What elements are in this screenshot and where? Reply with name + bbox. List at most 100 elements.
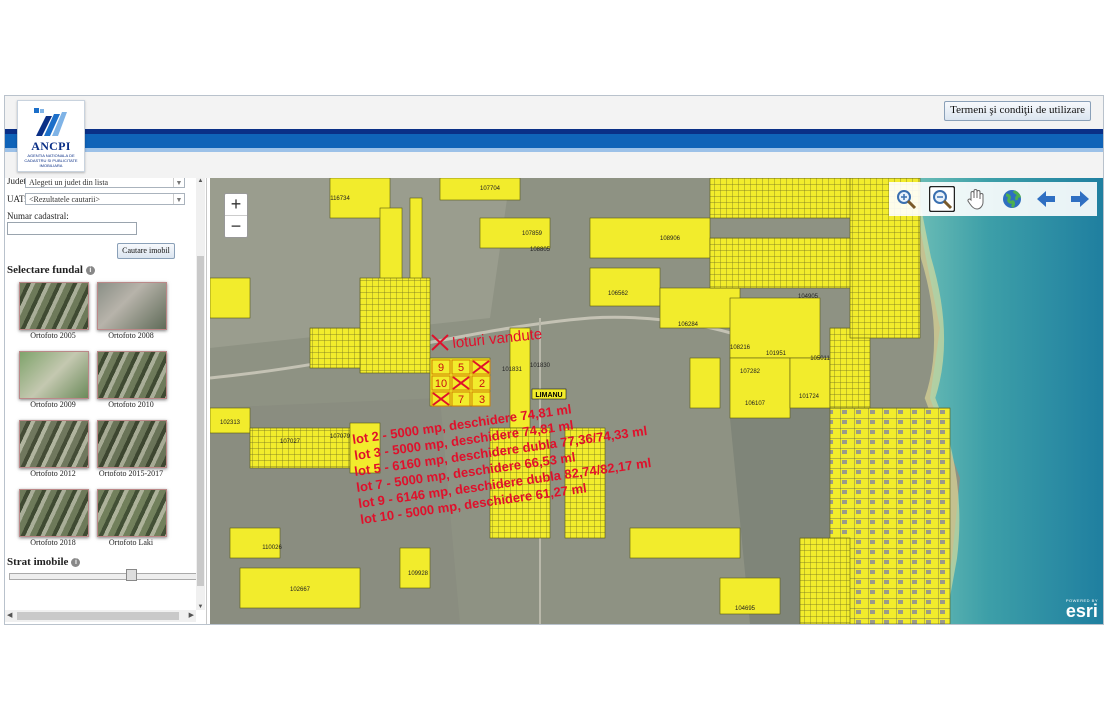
- uat-label: UAT:: [7, 194, 27, 204]
- header: ANCPI AGENTIA NATIONALA DE CADASTRU SI P…: [5, 96, 1103, 178]
- pan-hand-icon[interactable]: [965, 188, 987, 210]
- parcel-number-label: 106562: [608, 291, 629, 297]
- scroll-down-icon[interactable]: ▼: [196, 604, 205, 610]
- sale-lots-grid: 9 5 10 2 7 3: [431, 359, 491, 407]
- terms-button[interactable]: Termeni şi condiţii de utilizare: [944, 101, 1091, 121]
- parcel-cluster[interactable]: [309, 327, 361, 369]
- layer-title-text: Strat imobile: [7, 556, 69, 568]
- parcel[interactable]: [689, 357, 721, 409]
- cadastral-label: Numar cadastral:: [7, 211, 69, 221]
- map-view[interactable]: 9 5 10 2 7 3 loturi vandute LIMANU 116734 1077…: [210, 178, 1103, 624]
- ortofoto-2009-thumbnail[interactable]: [19, 351, 89, 399]
- zoom-out-button[interactable]: −: [225, 215, 247, 237]
- ancpi-logo[interactable]: ANCPI AGENTIA NATIONALA DE CADASTRU SI P…: [17, 100, 85, 172]
- parcel[interactable]: [589, 217, 711, 259]
- parcel[interactable]: [409, 197, 423, 289]
- lot-number: 2: [479, 378, 485, 390]
- parcel-number-label: 107027: [280, 439, 301, 445]
- parcel-cluster[interactable]: [799, 537, 851, 624]
- lot-number: 5: [458, 362, 464, 374]
- zoom-control: + −: [224, 193, 248, 238]
- parcel[interactable]: [659, 287, 741, 329]
- scrollbar-thumb[interactable]: [197, 256, 204, 586]
- parcel-number-label: 108805: [530, 247, 551, 253]
- basemap-label: Ortofoto 2010: [108, 400, 154, 409]
- parcel[interactable]: [629, 527, 741, 559]
- parcel[interactable]: [789, 357, 831, 409]
- esri-attribution: POWERED BY esri: [1066, 598, 1098, 620]
- parcel[interactable]: [379, 207, 403, 289]
- ortofoto-2010-thumbnail[interactable]: [97, 351, 167, 399]
- scrollbar-thumb[interactable]: [17, 612, 179, 620]
- scroll-left-icon[interactable]: ◀: [7, 611, 12, 619]
- map-toolbar: [889, 182, 1097, 216]
- basemap-label: Ortofoto 2015-2017: [98, 469, 164, 478]
- info-icon[interactable]: i: [85, 266, 95, 275]
- parcel-cluster[interactable]: [709, 178, 861, 219]
- ortofoto-2005-thumbnail[interactable]: [19, 282, 89, 330]
- ortofoto-2012-thumbnail[interactable]: [19, 420, 89, 468]
- basemap-label: Ortofoto 2008: [108, 331, 154, 340]
- basemap-title-text: Selectare fundal: [7, 264, 83, 276]
- info-icon[interactable]: i: [71, 558, 81, 567]
- ortofoto-laki-thumbnail[interactable]: [97, 489, 167, 537]
- parcel[interactable]: [229, 527, 281, 559]
- parcel-number-label: 106284: [678, 322, 699, 328]
- zoom-out-icon[interactable]: [929, 186, 955, 212]
- parcel-number-label: 105011: [810, 356, 830, 362]
- parcel-number-label: 104905: [798, 294, 819, 300]
- parcel[interactable]: [399, 547, 431, 589]
- zoom-in-icon[interactable]: [895, 188, 917, 210]
- parcel-cluster[interactable]: [709, 237, 861, 289]
- parcel[interactable]: [589, 267, 661, 307]
- basemap-label: Ortofoto Laki: [108, 538, 154, 547]
- parcel-number-label: 107859: [522, 231, 543, 237]
- lot-number: 10: [435, 378, 447, 390]
- basemap-label: Ortofoto 2005: [30, 331, 76, 340]
- parcel-number-label: 102667: [290, 587, 311, 593]
- esri-logo: esri: [1065, 601, 1098, 621]
- parcel-number-label: 116734: [330, 196, 350, 202]
- ortofoto-2008-thumbnail[interactable]: [97, 282, 167, 330]
- parcel-cluster[interactable]: [359, 277, 431, 374]
- parcel-cluster[interactable]: [829, 327, 871, 409]
- parcel-number-label: 108216: [730, 345, 751, 351]
- search-parcel-button[interactable]: Cautare imobil: [117, 243, 175, 259]
- parcel-number-label: 101831: [502, 367, 523, 373]
- logo-name: ANCPI: [31, 139, 71, 153]
- parcel-number-label: 104695: [735, 606, 756, 612]
- basemap-label: Ortofoto 2012: [30, 469, 76, 478]
- lot-number: 3: [479, 394, 485, 406]
- basemap-label: Ortofoto 2018: [30, 538, 76, 547]
- sidebar-vertical-scrollbar[interactable]: ▲ ▼: [196, 178, 205, 610]
- header-band-blue: [5, 134, 1103, 148]
- cadastral-number-input[interactable]: [7, 222, 137, 235]
- basemap-label: Ortofoto 2009: [30, 400, 76, 409]
- full-extent-globe-icon[interactable]: [1001, 188, 1023, 210]
- parcel-number-label: 109928: [408, 571, 429, 577]
- ortofoto-2015-2017-thumbnail[interactable]: [97, 420, 167, 468]
- zoom-in-button[interactable]: +: [225, 194, 247, 215]
- place-label: LIMANU: [535, 392, 562, 399]
- parcel-number-label: 102313: [220, 420, 241, 426]
- ortofoto-2018-thumbnail[interactable]: [19, 489, 89, 537]
- judet-select[interactable]: Alegeti un judet din lista ▼: [25, 178, 185, 188]
- parcel-number-label: 108906: [660, 236, 681, 242]
- lot-number: 7: [458, 394, 464, 406]
- ancpi-logo-icon: [34, 108, 67, 136]
- sidebar-horizontal-scrollbar[interactable]: ◀ ▶: [5, 610, 196, 622]
- layer-section-title: Strat imobile i: [7, 556, 81, 568]
- parcel-number-label: 107704: [480, 186, 501, 192]
- parcel[interactable]: [729, 357, 791, 419]
- slider-handle[interactable]: [126, 569, 137, 581]
- scroll-up-icon[interactable]: ▲: [196, 178, 205, 184]
- parcel-number-label: 101830: [530, 363, 551, 369]
- header-band-light: [5, 148, 1103, 152]
- map-canvas[interactable]: 9 510 27 3 loturi vandute LIMANU 1167341077…: [210, 178, 1103, 624]
- scroll-right-icon[interactable]: ▶: [189, 611, 194, 619]
- next-extent-icon[interactable]: [1069, 188, 1091, 210]
- uat-select[interactable]: <Rezultatele cautarii> ▼: [25, 193, 185, 205]
- previous-extent-icon[interactable]: [1035, 188, 1057, 210]
- parcel[interactable]: [210, 277, 251, 319]
- layer-opacity-slider[interactable]: [9, 573, 197, 580]
